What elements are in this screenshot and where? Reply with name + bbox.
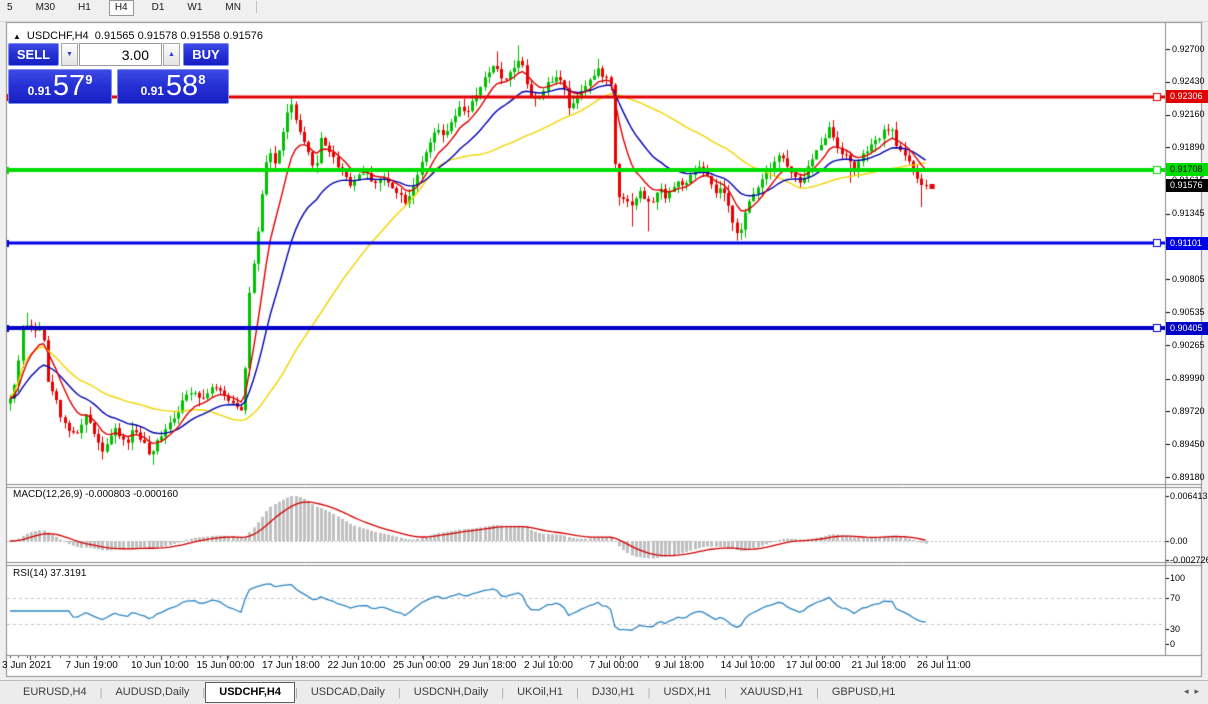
tab-scroll-arrows: ◂▸ [1184, 686, 1205, 697]
tab-scroll-left-icon[interactable]: ◂ [1184, 686, 1195, 696]
one-click-trading-panel: SELL ▼ ▲ BUY 0.91 57 9 0.91 58 8 [8, 43, 229, 104]
macd-label: MACD(12,26,9) -0.000803 -0.000160 [13, 489, 178, 500]
price-badge-0.91708: 0.91708 [1166, 163, 1208, 176]
sell-button[interactable]: SELL [8, 43, 59, 66]
timeframe-toolbar: 5 M30 H1 H4 D1 W1 MN [0, 0, 1208, 22]
chart-tab-bar: EURUSD,H4|AUDUSD,Daily|USDCHF,H4|USDCAD,… [0, 680, 1208, 704]
symbol-header: ▲ USDCHF,H4 0.91565 0.91578 0.91558 0.915… [13, 30, 263, 42]
rsi-scale-label: 30 [1170, 624, 1180, 634]
rsi-scale-label: 0 [1170, 639, 1175, 649]
price-tick-label: 0.92700 [1172, 44, 1205, 54]
tab-DJ30,H1[interactable]: DJ30,H1 [579, 682, 648, 703]
buy-price-pip-digit: 8 [198, 72, 205, 87]
tab-USDCNH,Daily[interactable]: USDCNH,Daily [401, 682, 502, 703]
ohlc-values: 0.91565 0.91578 0.91558 0.91576 [95, 30, 263, 42]
time-axis-label: 22 Jun 10:00 [328, 660, 386, 671]
price-tick-label: 0.89720 [1172, 406, 1205, 416]
price-tick-label: 0.90805 [1172, 274, 1205, 284]
tab-XAUUSD,H1[interactable]: XAUUSD,H1 [727, 682, 816, 703]
buy-price-prefix: 0.91 [141, 84, 164, 98]
chart-tabs: EURUSD,H4|AUDUSD,Daily|USDCHF,H4|USDCAD,… [0, 682, 908, 703]
timeframe-button-H1[interactable]: H1 [73, 1, 96, 15]
timeframe-buttons: 5 M30 H1 H4 D1 W1 MN [0, 0, 246, 16]
price-tick-label: 0.90265 [1172, 340, 1205, 350]
toolbar-separator [256, 1, 257, 13]
buy-price-big-digits: 58 [166, 72, 198, 101]
tab-EURUSD,H4[interactable]: EURUSD,H4 [10, 682, 100, 703]
tab-USDX,H1[interactable]: USDX,H1 [650, 682, 724, 703]
tab-USDCAD,Daily[interactable]: USDCAD,Daily [298, 682, 398, 703]
time-axis-label: 26 Jul 11:00 [917, 660, 971, 671]
sell-price-big-digits: 57 [53, 72, 85, 101]
tab-scroll-right-icon[interactable]: ▸ [1194, 686, 1205, 696]
price-badge-0.91101: 0.91101 [1166, 237, 1208, 250]
price-tick-label: 0.91890 [1172, 142, 1205, 152]
sell-price-prefix: 0.91 [28, 84, 51, 98]
macd-scale-label: 0.006413 [1170, 491, 1208, 501]
price-badge-0.92306: 0.92306 [1166, 90, 1208, 103]
tab-GBPUSD,H1[interactable]: GBPUSD,H1 [819, 682, 909, 703]
price-tick-label: 0.91345 [1172, 208, 1205, 218]
rsi-scale-label: 100 [1170, 573, 1185, 583]
tab-USDCHF,H4[interactable]: USDCHF,H4 [205, 682, 295, 703]
price-badge-0.90405: 0.90405 [1166, 322, 1208, 335]
buy-button[interactable]: BUY [183, 43, 229, 66]
buy-price-display[interactable]: 0.91 58 8 [117, 69, 229, 104]
timeframe-button-MN[interactable]: MN [220, 1, 246, 15]
tab-UKOil,H1[interactable]: UKOil,H1 [504, 682, 576, 703]
price-tick-label: 0.92160 [1172, 109, 1205, 119]
rsi-label: RSI(14) 37.3191 [13, 568, 86, 579]
price-tick-label: 0.92430 [1172, 76, 1205, 86]
time-axis-label: 17 Jun 18:00 [262, 660, 320, 671]
time-axis-label: 9 Jul 18:00 [655, 660, 704, 671]
time-axis-label: 2 Jul 10:00 [524, 660, 573, 671]
time-axis-label: 7 Jun 19:00 [66, 660, 118, 671]
price-chart-canvas[interactable] [0, 0, 1208, 703]
sell-price-pip-digit: 9 [85, 72, 92, 87]
timeframe-button-D1[interactable]: D1 [147, 1, 170, 15]
volume-input[interactable] [79, 43, 162, 66]
timeframe-button-H4[interactable]: H4 [109, 0, 134, 16]
sell-price-display[interactable]: 0.91 57 9 [8, 69, 112, 104]
volume-decrease-button[interactable]: ▼ [61, 43, 78, 66]
tab-AUDUSD,Daily[interactable]: AUDUSD,Daily [102, 682, 202, 703]
time-axis-label: 15 Jun 00:00 [197, 660, 255, 671]
time-axis-label: 25 Jun 00:00 [393, 660, 451, 671]
time-axis-label: 21 Jul 18:00 [852, 660, 907, 671]
macd-scale-label: -0.002726 [1170, 555, 1208, 565]
timeframe-button-5[interactable]: 5 [2, 1, 18, 15]
time-axis-label: 7 Jul 00:00 [590, 660, 639, 671]
time-axis-label: 10 Jun 10:00 [131, 660, 189, 671]
timeframe-button-W1[interactable]: W1 [182, 1, 207, 15]
time-axis-label: 17 Jul 00:00 [786, 660, 841, 671]
price-tick-label: 0.89180 [1172, 472, 1205, 482]
macd-scale-label: 0.00 [1170, 536, 1188, 546]
collapse-triangle-icon[interactable]: ▲ [13, 32, 21, 41]
volume-increase-button[interactable]: ▲ [163, 43, 180, 66]
time-axis-label: 3 Jun 2021 [2, 660, 52, 671]
price-tick-label: 0.89450 [1172, 439, 1205, 449]
timeframe-button-M30[interactable]: M30 [31, 1, 60, 15]
price-tick-label: 0.89990 [1172, 373, 1205, 383]
time-axis-label: 29 Jun 18:00 [459, 660, 517, 671]
chart-title: USDCHF,H4 [27, 30, 89, 42]
time-axis-label: 14 Jul 10:00 [721, 660, 776, 671]
price-tick-label: 0.90535 [1172, 307, 1205, 317]
price-badge-0.91576: 0.91576 [1166, 179, 1208, 192]
rsi-scale-label: 70 [1170, 593, 1180, 603]
